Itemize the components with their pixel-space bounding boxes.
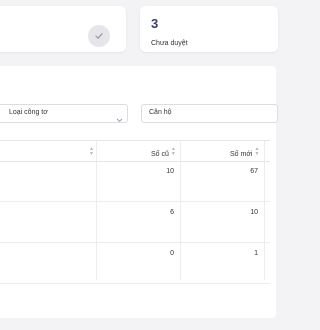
old-reading-cell: 0 [170, 250, 174, 257]
new-reading-cell: 67 [250, 168, 258, 175]
chevron-down-icon [116, 110, 123, 128]
approved-stat-card [0, 6, 126, 52]
pending-stat-card: 3 Chưa duyệt [140, 6, 278, 52]
apartment-input[interactable]: Căn hộ [141, 104, 278, 123]
column-sort-icon[interactable]: ▲ ▼ [87, 147, 94, 158]
new-reading-cell: 1 [254, 250, 258, 257]
table-header: ▲ ▼ Số cũ▲ ▼ Số mới▲ ▼ [0, 140, 270, 162]
new-reading-cell: 10 [250, 209, 258, 216]
table-row: 6 10 [0, 202, 270, 243]
pending-count: 3 [151, 16, 159, 31]
column-header-new-reading-label: Số mới [230, 151, 253, 158]
meter-type-select[interactable]: Loại công tơ [0, 104, 128, 123]
old-reading-cell: 10 [166, 168, 174, 175]
old-reading-cell: 6 [170, 209, 174, 216]
column-header-old-reading[interactable]: Số cũ▲ ▼ [151, 146, 176, 159]
meter-type-select-label: Loại công tơ [9, 109, 48, 116]
table-row: 10 67 [0, 161, 270, 202]
apartment-input-label: Căn hộ [149, 109, 172, 116]
check-icon [88, 25, 110, 47]
column-header-old-reading-label: Số cũ [151, 151, 169, 158]
column-header-new-reading[interactable]: Số mới▲ ▼ [230, 146, 260, 159]
pending-label: Chưa duyệt [151, 40, 188, 47]
table-row: 0 1 [0, 243, 270, 284]
sort-icon: ▲ ▼ [254, 146, 260, 157]
sort-icon: ▲ ▼ [170, 146, 176, 157]
